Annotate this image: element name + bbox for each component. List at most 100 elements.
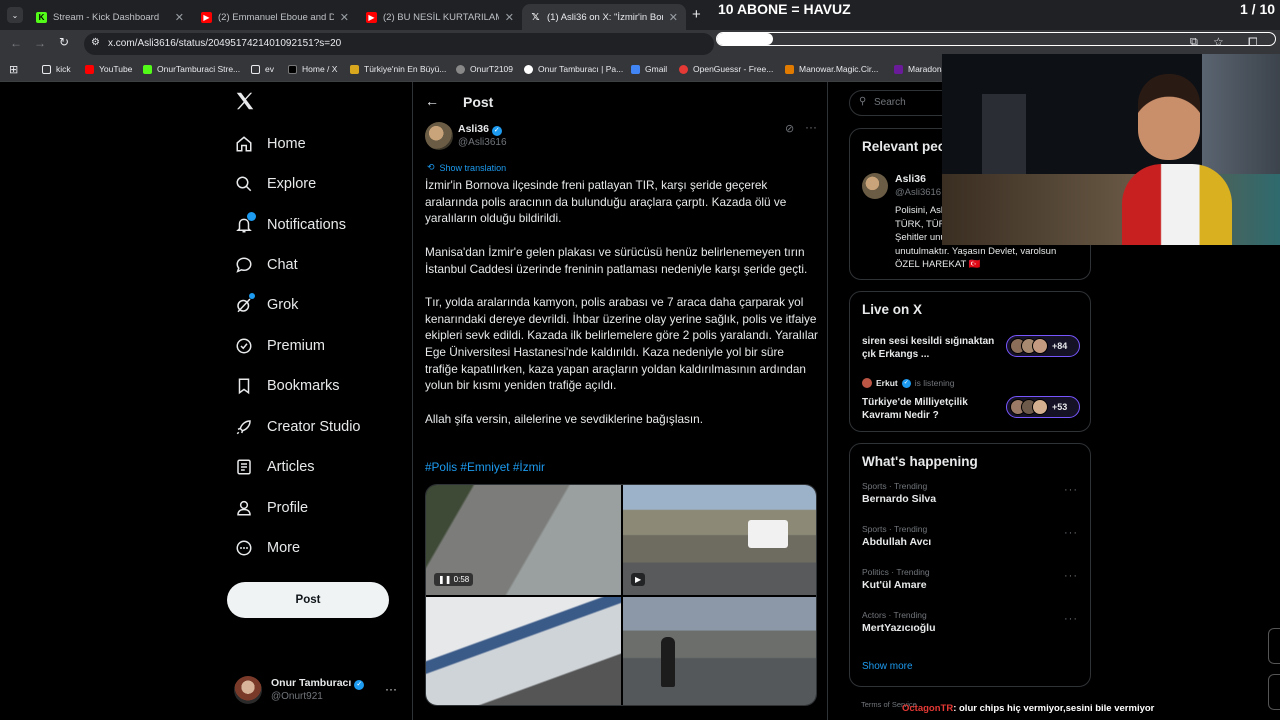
x-logo-icon[interactable] xyxy=(234,90,258,114)
bookmark-item[interactable]: OnurTamburaci Stre... xyxy=(143,64,240,74)
url-input[interactable]: ⚙ x.com/Asli3616/status/2049517421401092… xyxy=(84,33,714,55)
post-button[interactable]: Post xyxy=(227,582,389,618)
nav-bookmarks[interactable]: Bookmarks xyxy=(234,374,340,398)
back-icon[interactable]: ← xyxy=(10,36,22,50)
account-name: Onur Tamburacı ✓ xyxy=(271,677,365,690)
trend-more-icon[interactable]: ··· xyxy=(1064,527,1078,539)
play-icon[interactable]: ▶ xyxy=(631,573,646,586)
nav-creator-studio[interactable]: Creator Studio xyxy=(234,415,361,439)
google-icon xyxy=(631,64,640,74)
nav-notifications[interactable]: Notifications xyxy=(234,212,346,237)
nav-grok[interactable]: Grok xyxy=(234,293,298,317)
browser-tab-active[interactable]: 𝕏 (1) Asli36 on X: "İzmir'in Bornov✕ xyxy=(522,4,686,30)
stream-overlay-counter: 1 / 10 xyxy=(1240,1,1276,17)
grok-badge xyxy=(249,293,255,299)
account-more-icon[interactable]: ··· xyxy=(385,682,397,696)
notification-badge xyxy=(247,212,256,221)
nav-home[interactable]: Home xyxy=(234,132,306,156)
relevant-handle: @Asli3616 xyxy=(895,187,942,198)
nav-explore[interactable]: Explore xyxy=(234,172,316,196)
reload-icon[interactable]: ↻ xyxy=(59,35,69,49)
bookmark-item[interactable]: Türkiye'nin En Büyü... xyxy=(350,64,446,74)
nav-chat[interactable]: Chat xyxy=(234,253,298,277)
close-icon[interactable]: ✕ xyxy=(175,11,184,24)
more-icon xyxy=(234,538,254,558)
author-name[interactable]: Asli36 ✓ xyxy=(458,123,502,136)
media-image-3[interactable] xyxy=(426,597,621,705)
star-icon[interactable]: ☆ xyxy=(1213,35,1224,49)
bookmark-item[interactable]: kick xyxy=(42,64,71,74)
verified-badge-icon: ✓ xyxy=(354,680,365,690)
forward-icon[interactable]: → xyxy=(34,36,46,50)
hashtags[interactable]: #Polis #Emniyet #İzmir xyxy=(425,460,545,474)
search-icon: ⚲ xyxy=(859,96,867,107)
close-icon[interactable]: ✕ xyxy=(340,11,349,24)
bookmark-icon xyxy=(234,376,254,396)
bookmark-item[interactable]: YouTube xyxy=(85,64,132,74)
browser-tab[interactable]: ▶ (2) BU NESİL KURTARILAMAZ -✕ xyxy=(358,4,522,30)
new-tab-icon[interactable]: + xyxy=(692,6,701,23)
bookmark-item[interactable]: Home / X xyxy=(288,64,337,74)
site-icon xyxy=(894,64,903,74)
bookmark-item[interactable]: Manowar.Magic.Cir... xyxy=(785,64,878,74)
author-avatar[interactable] xyxy=(425,122,453,150)
browser-tab[interactable]: ▶ (2) Emmanuel Eboue and Dany✕ xyxy=(193,4,357,30)
live-item[interactable]: Türkiye'de Milliyetçilik Kavramı Nedir ?… xyxy=(862,396,1082,426)
show-more-link[interactable]: Show more xyxy=(862,661,913,672)
media-grid[interactable]: ❚❚ 0:58 ▶ xyxy=(425,484,817,706)
overlay-widget xyxy=(1268,628,1280,664)
trend-more-icon[interactable]: ··· xyxy=(1064,613,1078,625)
bookmark-item[interactable]: OpenGuessr - Free... xyxy=(679,64,773,74)
main-column: ← Post Asli36 ✓ @Asli3616 ⊘ ··· ⟲ Show tr… xyxy=(412,82,828,720)
nav-articles[interactable]: Articles xyxy=(234,455,315,479)
pause-icon[interactable]: ❚❚ 0:58 xyxy=(434,573,474,586)
bookmark-item[interactable]: ev xyxy=(251,64,274,74)
nav-more[interactable]: More xyxy=(234,536,300,560)
close-icon[interactable]: ✕ xyxy=(505,11,514,24)
trend-item[interactable]: Actors · Trending MertYazıcıoğlu ··· xyxy=(850,604,1090,647)
trend-item[interactable]: Sports · Trending Abdullah Avcı ··· xyxy=(850,518,1090,561)
youtube-icon: ▶ xyxy=(201,11,212,23)
tweet-text: İzmir'in Bornova ilçesinde freni patlaya… xyxy=(425,177,819,444)
extensions-icon[interactable]: ⧠ xyxy=(1248,35,1258,50)
tab-search-button[interactable]: ⌄ xyxy=(7,7,23,23)
live-listeners-pill: +84 xyxy=(1006,335,1080,357)
trend-more-icon[interactable]: ··· xyxy=(1064,484,1078,496)
verified-icon xyxy=(234,336,254,356)
nav-profile[interactable]: Profile xyxy=(234,496,308,520)
apps-icon[interactable]: ⊞ xyxy=(9,63,18,76)
trend-item[interactable]: Sports · Trending Bernardo Silva ··· xyxy=(850,475,1090,518)
author-handle: @Asli3616 xyxy=(458,137,507,148)
close-icon[interactable]: ✕ xyxy=(669,11,678,24)
back-arrow-icon[interactable]: ← xyxy=(425,93,439,109)
media-video-2[interactable]: ▶ xyxy=(623,485,816,595)
grok-icon xyxy=(234,293,255,315)
site-info-icon[interactable]: ⚙ xyxy=(91,37,100,48)
post-more-icon[interactable]: ··· xyxy=(805,120,817,134)
bookmark-item[interactable]: Gmail xyxy=(631,64,667,74)
youtube-icon: ▶ xyxy=(366,11,377,23)
media-video-1[interactable]: ❚❚ 0:58 xyxy=(426,485,621,595)
relevant-name[interactable]: Asli36 xyxy=(895,173,926,185)
grok-action-icon[interactable]: ⊘ xyxy=(785,122,794,135)
bookmark-item[interactable]: OnurT2109 xyxy=(456,64,513,74)
trend-more-icon[interactable]: ··· xyxy=(1064,570,1078,582)
relevant-avatar[interactable] xyxy=(862,173,888,199)
account-switcher[interactable]: Onur Tamburacı ✓ @Onurt921 ··· xyxy=(234,674,404,708)
account-handle: @Onurt921 xyxy=(271,691,323,702)
chat-icon xyxy=(234,255,254,275)
live-item[interactable]: siren sesi kesildi sığınaktan çık Erkang… xyxy=(862,335,1082,365)
trend-item[interactable]: Politics · Trending Kut'ül Amare ··· xyxy=(850,561,1090,604)
nav-premium[interactable]: Premium xyxy=(234,334,325,358)
live-listeners-pill: +53 xyxy=(1006,396,1080,418)
site-icon xyxy=(679,64,688,74)
show-translation-link[interactable]: ⟲ Show translation xyxy=(427,162,506,173)
stream-chat-message: OctagonTR: olur chips hiç vermiyor,sesin… xyxy=(902,703,1155,714)
media-image-4[interactable] xyxy=(623,597,816,705)
tweet-paragraph: Allah şifa versin, ailelerine ve sevdikl… xyxy=(425,411,704,426)
whats-happening-card: What's happening Sports · Trending Berna… xyxy=(849,443,1091,687)
bookmark-item[interactable]: Maradona xyxy=(894,64,946,74)
bookmark-item[interactable]: Onur Tamburacı | Pa... xyxy=(524,64,623,74)
install-icon[interactable]: ⧉ xyxy=(1190,36,1198,49)
browser-tab[interactable]: K Stream - Kick Dashboard ✕ xyxy=(28,4,192,30)
